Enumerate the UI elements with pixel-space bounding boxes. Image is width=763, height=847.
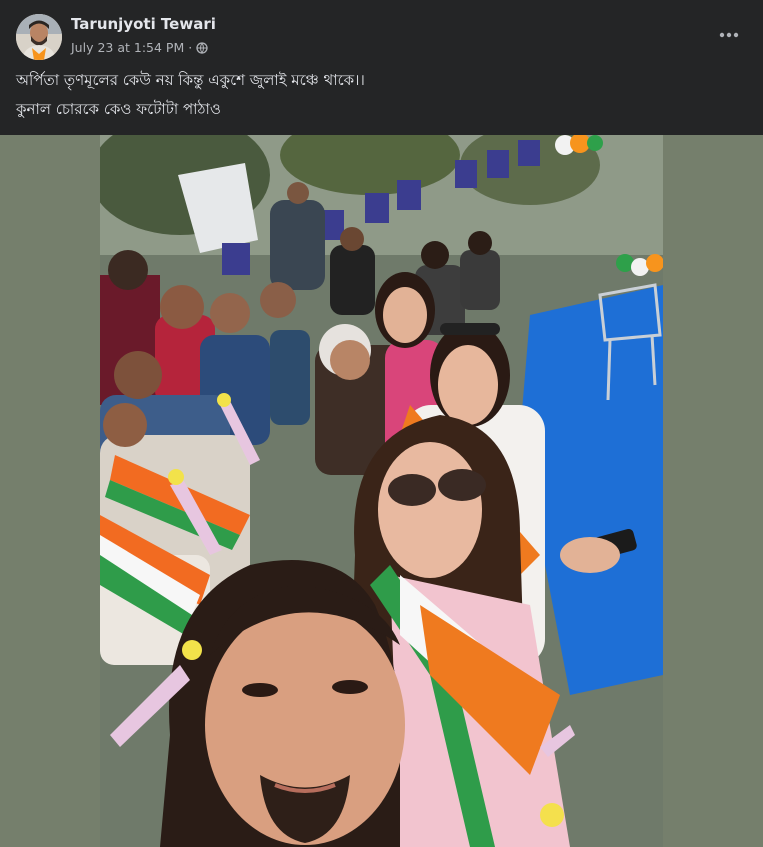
caption-line-1: অর্পিতা তৃণমূলের কেউ নয় কিন্তু একুশে জু… [16, 71, 365, 89]
selfie-crowd-photo [100, 135, 663, 847]
more-horizontal-icon[interactable] [717, 23, 741, 47]
post-meta: July 23 at 1:54 PM · [71, 40, 208, 55]
post-timestamp[interactable]: July 23 at 1:54 PM [71, 40, 184, 55]
post-header: Tarunjyoti Tewari July 23 at 1:54 PM · অ… [0, 0, 763, 135]
meta-separator: · [188, 40, 193, 55]
photo-area [0, 135, 763, 847]
author-name[interactable]: Tarunjyoti Tewari [71, 15, 216, 33]
post-caption: অর্পিতা তৃণমূলের কেউ নয় কিন্তু একুশে জু… [16, 66, 365, 124]
caption-line-2: কুনাল চোরকে কেও ফটোটা পাঠাও [16, 100, 221, 118]
avatar[interactable] [16, 14, 62, 60]
globe-icon[interactable] [196, 41, 208, 54]
avatar-image [16, 14, 62, 60]
post-photo[interactable] [100, 135, 663, 847]
